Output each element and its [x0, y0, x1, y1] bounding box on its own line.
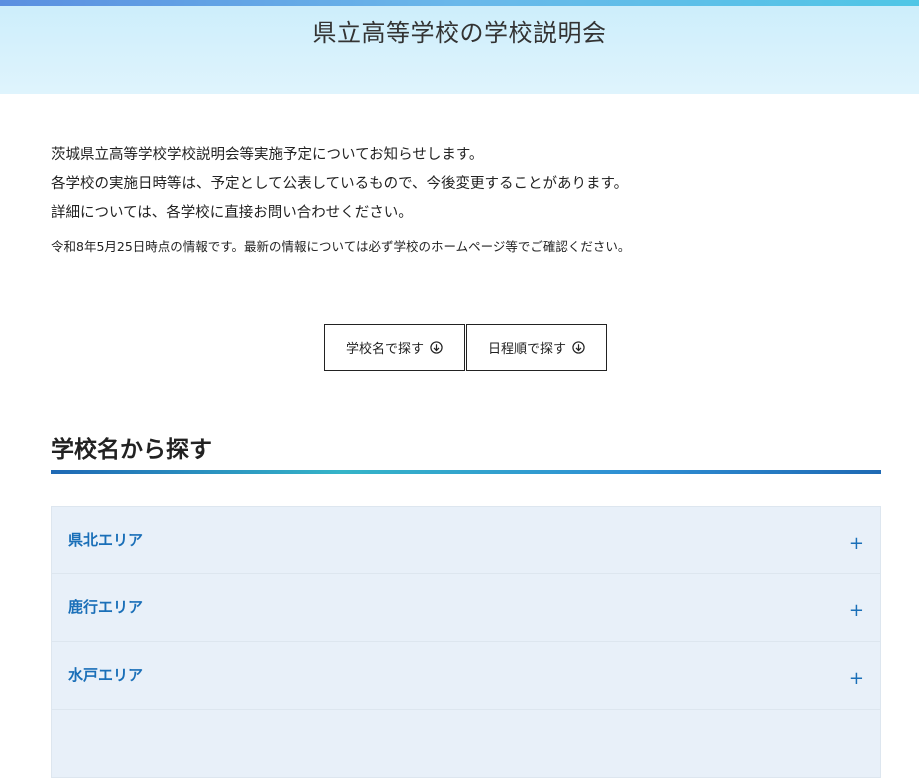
- area-accordion: 県北エリア + 鹿行エリア + 水戸エリア +: [51, 506, 881, 778]
- page-header: 県立高等学校の学校説明会: [0, 6, 919, 94]
- plus-icon: +: [848, 533, 864, 554]
- search-nav: 学校名で探す 日程順で探す: [324, 324, 607, 371]
- info-date-note: 令和8年5月25日時点の情報です。最新の情報については必ず学校のホームページ等で…: [51, 239, 631, 254]
- search-by-name-label: 学校名で探す: [345, 342, 424, 357]
- accordion-item-rokko[interactable]: 鹿行エリア +: [51, 574, 881, 642]
- search-by-name-button[interactable]: 学校名で探す: [324, 324, 465, 371]
- intro-line: 詳細については、各学校に直接お問い合わせください。: [51, 205, 413, 221]
- intro-line: 茨城県立高等学校学校説明会等実施予定についてお知らせします。: [51, 147, 484, 163]
- section-title: 学校名から探す: [51, 436, 212, 463]
- plus-icon: +: [848, 668, 864, 689]
- arrow-down-circle-icon: [572, 341, 585, 354]
- section-divider: [51, 470, 881, 474]
- intro-line: 各学校の実施日時等は、予定として公表しているもので、今後変更することがあります。: [51, 176, 629, 192]
- search-by-schedule-button[interactable]: 日程順で探す: [466, 324, 607, 371]
- page-title: 県立高等学校の学校説明会: [312, 19, 607, 47]
- plus-icon: +: [848, 600, 864, 621]
- accordion-item-label: 鹿行エリア: [68, 598, 144, 616]
- accordion-item-label: 水戸エリア: [68, 666, 144, 684]
- accordion-item-kenpoku[interactable]: 県北エリア +: [51, 506, 881, 574]
- arrow-down-circle-icon: [430, 341, 443, 354]
- search-by-schedule-label: 日程順で探す: [487, 342, 566, 357]
- intro-text: 茨城県立高等学校学校説明会等実施予定についてお知らせします。 各学校の実施日時等…: [51, 141, 881, 256]
- accordion-item-label: 県北エリア: [68, 531, 144, 549]
- accordion-item-partial[interactable]: [51, 710, 881, 778]
- accordion-item-mito[interactable]: 水戸エリア +: [51, 642, 881, 710]
